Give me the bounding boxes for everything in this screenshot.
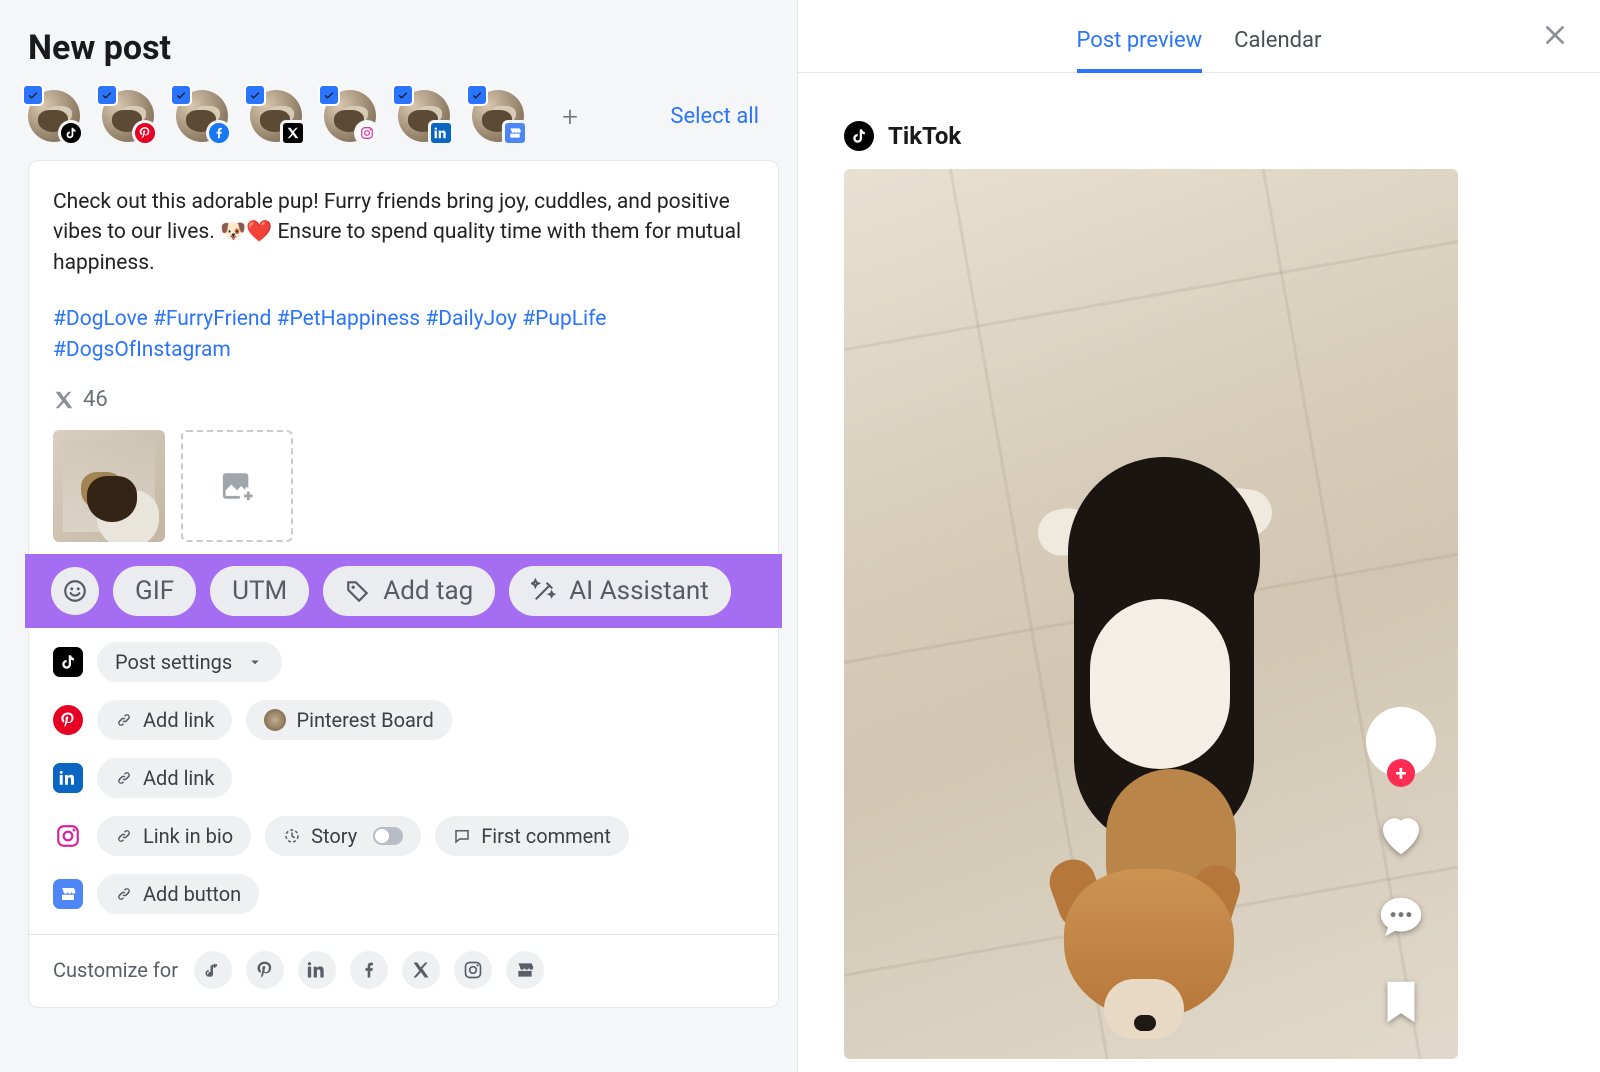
customize-instagram[interactable] xyxy=(454,951,492,989)
selected-check-icon xyxy=(96,84,118,106)
tag-icon xyxy=(345,578,371,604)
tiktok-icon xyxy=(53,647,83,677)
account-pinterest[interactable] xyxy=(102,90,154,142)
close-button[interactable] xyxy=(1538,18,1572,52)
x-icon xyxy=(280,120,306,146)
comment-icon xyxy=(453,827,471,845)
linkedin-add-link-chip[interactable]: Add link xyxy=(97,758,232,798)
composer-panel: New post xyxy=(0,0,797,1072)
add-tag-button[interactable]: Add tag xyxy=(323,566,495,616)
pinterest-icon xyxy=(53,705,83,735)
google-business-options-row: Add button xyxy=(53,874,754,914)
account-tiktok[interactable] xyxy=(28,90,80,142)
chevron-down-icon xyxy=(246,653,264,671)
preview-tabs: Post preview Calendar xyxy=(798,0,1600,73)
add-account-button[interactable]: + xyxy=(556,102,584,130)
customize-row: Customize for xyxy=(53,951,754,989)
linkedin-icon xyxy=(428,120,454,146)
customize-label: Customize for xyxy=(53,958,178,982)
tab-post-preview[interactable]: Post preview xyxy=(1077,28,1203,73)
bookmark-button[interactable] xyxy=(1374,975,1428,1029)
customize-pinterest[interactable] xyxy=(246,951,284,989)
gif-button[interactable]: GIF xyxy=(113,566,196,616)
emoji-button[interactable] xyxy=(51,567,99,615)
divider xyxy=(29,934,778,935)
tiktok-preview: + xyxy=(844,169,1458,1059)
composer-card: Check out this adorable pup! Furry frien… xyxy=(28,160,779,1008)
x-icon xyxy=(53,389,75,411)
selected-check-icon xyxy=(392,84,414,106)
customize-x[interactable] xyxy=(402,951,440,989)
preview-panel: Post preview Calendar TikTok + xyxy=(797,0,1600,1072)
preview-network-label: TikTok xyxy=(888,122,961,150)
account-google-business[interactable] xyxy=(472,90,524,142)
customize-google-business[interactable] xyxy=(506,951,544,989)
image-add-icon xyxy=(220,469,254,503)
selected-check-icon xyxy=(318,84,340,106)
account-instagram[interactable] xyxy=(324,90,376,142)
instagram-options-row: Link in bio Story First comment xyxy=(53,816,754,856)
tiktok-profile-avatar[interactable]: + xyxy=(1366,707,1436,777)
linkedin-options-row: Add link xyxy=(53,758,754,798)
customize-tiktok[interactable] xyxy=(194,951,232,989)
dog-illustration xyxy=(994,429,1334,989)
utm-button[interactable]: UTM xyxy=(210,566,309,616)
first-comment-chip[interactable]: First comment xyxy=(435,816,629,856)
link-in-bio-chip[interactable]: Link in bio xyxy=(97,816,251,856)
like-button[interactable] xyxy=(1374,807,1428,861)
link-icon xyxy=(115,769,133,787)
selected-check-icon xyxy=(170,84,192,106)
selected-check-icon xyxy=(22,84,44,106)
account-x[interactable] xyxy=(250,90,302,142)
pinterest-add-link-chip[interactable]: Add link xyxy=(97,700,232,740)
media-thumbnail[interactable] xyxy=(53,430,165,542)
x-count-value: 46 xyxy=(83,387,108,412)
customize-facebook[interactable] xyxy=(350,951,388,989)
story-toggle[interactable] xyxy=(373,827,403,845)
facebook-icon xyxy=(206,120,232,146)
ai-assistant-button[interactable]: AI Assistant xyxy=(509,566,731,616)
selected-check-icon xyxy=(466,84,488,106)
tiktok-icon xyxy=(58,120,84,146)
customize-linkedin[interactable] xyxy=(298,951,336,989)
post-hashtags[interactable]: #DogLove #FurryFriend #PetHappiness #Dai… xyxy=(53,304,754,365)
select-all-link[interactable]: Select all xyxy=(670,104,779,129)
x-character-count: 46 xyxy=(53,387,754,412)
board-avatar-icon xyxy=(264,709,286,731)
add-button-chip[interactable]: Add button xyxy=(97,874,259,914)
account-linkedin[interactable] xyxy=(398,90,450,142)
instagram-icon xyxy=(53,821,83,851)
accounts-list xyxy=(28,90,524,142)
accounts-row: + Select all xyxy=(28,90,779,142)
post-text[interactable]: Check out this adorable pup! Furry frien… xyxy=(53,187,754,278)
story-chip[interactable]: Story xyxy=(265,816,421,856)
account-facebook[interactable] xyxy=(176,90,228,142)
instagram-icon xyxy=(354,120,380,146)
magic-wand-icon xyxy=(531,578,557,604)
google-business-icon xyxy=(502,120,528,146)
close-icon xyxy=(1542,22,1568,48)
selected-check-icon xyxy=(244,84,266,106)
page-title: New post xyxy=(28,28,779,68)
toolbar-highlight: GIF UTM Add tag AI Assistant xyxy=(25,554,782,628)
tab-calendar[interactable]: Calendar xyxy=(1234,28,1321,72)
post-settings-chip[interactable]: Post settings xyxy=(97,642,282,682)
pinterest-options-row: Add link Pinterest Board xyxy=(53,700,754,740)
link-icon xyxy=(115,711,133,729)
link-icon xyxy=(115,885,133,903)
tiktok-icon xyxy=(844,121,874,151)
link-icon xyxy=(115,827,133,845)
google-business-icon xyxy=(53,879,83,909)
follow-plus-icon[interactable]: + xyxy=(1387,759,1415,787)
story-icon xyxy=(283,827,301,845)
add-media-button[interactable] xyxy=(181,430,293,542)
linkedin-icon xyxy=(53,763,83,793)
pinterest-icon xyxy=(132,120,158,146)
pinterest-board-chip[interactable]: Pinterest Board xyxy=(246,700,451,740)
emoji-icon xyxy=(62,578,88,604)
tiktok-options-row: Post settings xyxy=(53,642,754,682)
comment-button[interactable] xyxy=(1374,891,1428,945)
